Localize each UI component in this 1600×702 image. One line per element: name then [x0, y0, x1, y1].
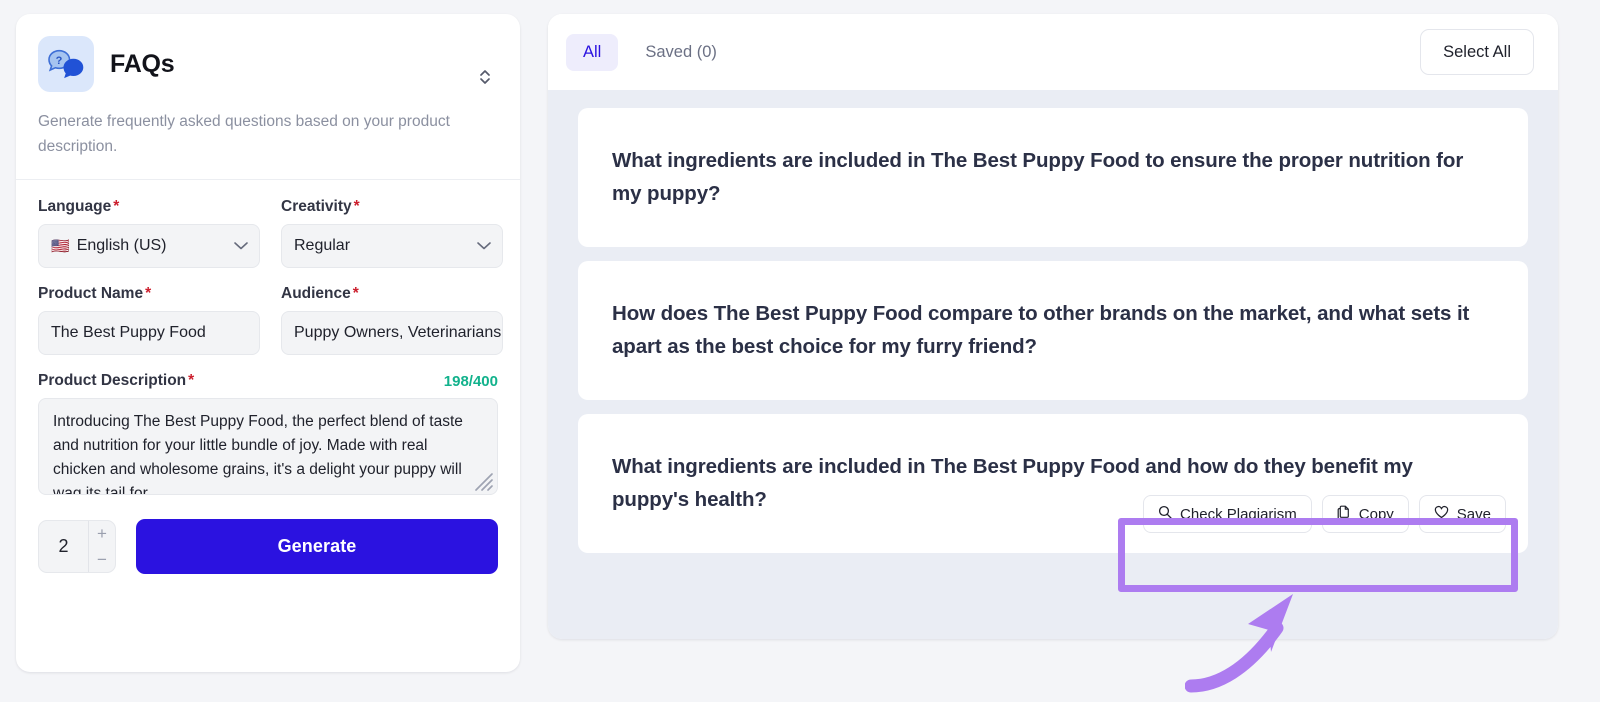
chevron-up-down-icon[interactable] — [472, 62, 498, 92]
search-icon — [1158, 505, 1172, 523]
quantity-increment-button[interactable]: + — [89, 521, 115, 547]
required-marker: * — [113, 198, 120, 216]
app-root: ? FAQs Generate frequently asked questio… — [0, 0, 1600, 702]
heart-icon — [1434, 505, 1449, 523]
required-marker: * — [188, 372, 195, 390]
character-counter: 198/400 — [443, 373, 498, 391]
list-item[interactable]: What ingredients are included in The Bes… — [578, 414, 1528, 553]
page-title: FAQs — [110, 49, 175, 78]
audience-input[interactable]: Puppy Owners, Veterinarians — [281, 311, 503, 356]
creativity-label: Creativity * — [281, 198, 360, 216]
creativity-select[interactable]: Regular — [281, 224, 503, 269]
save-button[interactable]: Save — [1418, 495, 1506, 533]
chevron-down-icon — [477, 242, 491, 251]
faq-question: What ingredients are included in The Bes… — [612, 149, 1464, 205]
list-item[interactable]: What ingredients are included in The Bes… — [578, 108, 1528, 247]
faq-question: How does The Best Puppy Food compare to … — [612, 302, 1470, 358]
results-list: What ingredients are included in The Bes… — [548, 90, 1558, 639]
faq-actions: Check Plagiarism Copy Save — [1143, 495, 1506, 533]
generate-button[interactable]: Generate — [136, 519, 498, 575]
field-creativity: Creativity * Regular — [281, 198, 503, 269]
select-all-button[interactable]: Select All — [1420, 29, 1534, 75]
copy-button[interactable]: Copy — [1321, 495, 1409, 533]
results-header: All Saved (0) Select All — [548, 14, 1558, 90]
field-language: Language * 🇺🇸 English (US) — [38, 198, 260, 269]
product-name-label: Product Name * — [38, 285, 152, 303]
faq-speech-bubbles-icon: ? — [38, 36, 94, 92]
chevron-down-icon — [234, 242, 248, 251]
product-name-value: The Best Puppy Food — [51, 324, 206, 342]
language-label: Language * — [38, 198, 120, 216]
check-plagiarism-label: Check Plagiarism — [1180, 505, 1297, 523]
product-description-textarea[interactable]: Introducing The Best Puppy Food, the per… — [38, 398, 498, 496]
tool-panel-header: ? FAQs Generate frequently asked questio… — [16, 14, 520, 181]
required-marker: * — [145, 285, 152, 303]
product-description-label: Product Description * — [38, 372, 195, 390]
copy-label: Copy — [1358, 505, 1394, 523]
list-item[interactable]: How does The Best Puppy Food compare to … — [578, 261, 1528, 400]
required-marker: * — [353, 198, 360, 216]
audience-value: Puppy Owners, Veterinarians — [294, 324, 502, 342]
us-flag-icon: 🇺🇸 — [51, 237, 70, 255]
quantity-decrement-button[interactable]: − — [89, 547, 115, 573]
creativity-value: Regular — [294, 237, 351, 255]
field-product-description: Product Description * 198/400 Introducing… — [38, 372, 498, 496]
language-select[interactable]: 🇺🇸 English (US) — [38, 224, 260, 269]
tab-saved[interactable]: Saved (0) — [628, 34, 734, 71]
tab-all[interactable]: All — [566, 33, 619, 71]
required-marker: * — [352, 285, 359, 303]
tool-description: Generate frequently asked questions base… — [38, 113, 450, 156]
generate-row: 2 + − Generate — [38, 519, 498, 575]
save-label: Save — [1456, 505, 1491, 523]
quantity-value[interactable]: 2 — [39, 521, 88, 572]
language-value: English (US) — [76, 237, 167, 255]
check-plagiarism-button[interactable]: Check Plagiarism — [1143, 495, 1312, 533]
audience-label: Audience * — [281, 285, 359, 303]
copy-icon — [1337, 505, 1351, 524]
tool-form: Language* 🇺🇸 English (US) Creativity* — [16, 180, 520, 575]
results-panel: All Saved (0) Select All What ingredient… — [548, 14, 1558, 639]
product-name-input[interactable]: The Best Puppy Food — [38, 311, 260, 356]
tool-form-panel: ? FAQs Generate frequently asked questio… — [16, 14, 520, 672]
product-description-value: Introducing The Best Puppy Food, the per… — [53, 413, 468, 496]
svg-text:?: ? — [56, 55, 63, 67]
field-audience: Audience * Puppy Owners, Veterinarians — [281, 285, 503, 356]
quantity-stepper[interactable]: 2 + − — [38, 520, 116, 574]
field-product-name: Product Name * The Best Puppy Food — [38, 285, 260, 356]
